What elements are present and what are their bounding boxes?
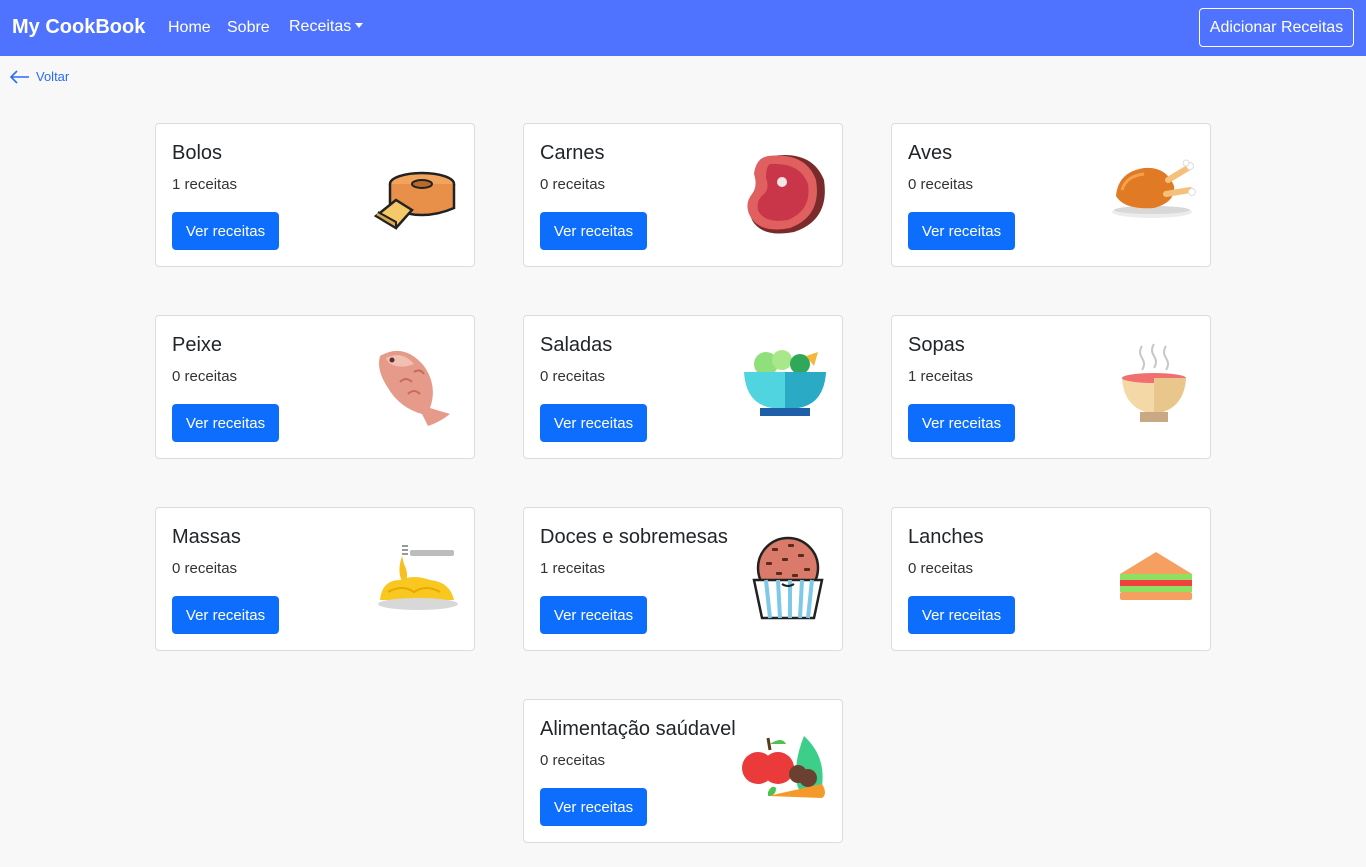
ver-receitas-button[interactable]: Ver receitas [540, 404, 647, 442]
category-card-doces: Doces e sobremesas 1 receitas Ver receit… [523, 507, 843, 651]
ver-receitas-button[interactable]: Ver receitas [172, 596, 279, 634]
card-count: 0 receitas [540, 752, 606, 769]
nav-receitas-dropdown[interactable]: Receitas [289, 18, 364, 36]
category-card-lanches: Lanches 0 receitas Ver receitas [891, 507, 1211, 651]
category-card-sopas: Sopas 1 receitas Ver receitas [891, 315, 1211, 459]
card-count: 0 receitas [908, 560, 974, 577]
category-card-carnes: Carnes 0 receitas Ver receitas [523, 123, 843, 267]
card-title: Sopas [908, 334, 965, 356]
ver-receitas-button[interactable]: Ver receitas [540, 788, 647, 826]
back-link[interactable]: Voltar [10, 69, 69, 84]
card-count: 1 receitas [172, 176, 238, 193]
brand-logo[interactable]: My CookBook [12, 16, 145, 39]
category-card-bolos: Bolos 1 receitas Ver receitas [155, 123, 475, 267]
navbar: My CookBook Home Sobre Receitas Adiciona… [0, 0, 1366, 56]
card-count: 0 receitas [540, 176, 606, 193]
ver-receitas-button[interactable]: Ver receitas [908, 404, 1015, 442]
category-card-peixe: Peixe 0 receitas Ver receitas [155, 315, 475, 459]
pasta-icon [374, 534, 460, 620]
category-card-massas: Massas 0 receitas Ver receitas [155, 507, 475, 651]
steak-icon [742, 150, 828, 236]
ver-receitas-button[interactable]: Ver receitas [172, 212, 279, 250]
nav-receitas-label: Receitas [289, 18, 352, 35]
nav-sobre[interactable]: Sobre [227, 19, 270, 37]
card-count: 1 receitas [908, 368, 974, 385]
healthy-food-icon [742, 726, 828, 812]
ver-receitas-button[interactable]: Ver receitas [908, 596, 1015, 634]
roast-chicken-icon [1110, 150, 1196, 236]
category-card-saladas: Saladas 0 receitas Ver receitas [523, 315, 843, 459]
salad-bowl-icon [742, 342, 828, 428]
card-title: Peixe [172, 334, 223, 356]
nav-home[interactable]: Home [168, 19, 211, 37]
caret-down-icon [355, 23, 364, 28]
category-card-aves: Aves 0 receitas Ver receitas [891, 123, 1211, 267]
soup-bowl-icon [1110, 342, 1196, 428]
card-title: Lanches [908, 526, 984, 548]
ver-receitas-button[interactable]: Ver receitas [540, 596, 647, 634]
card-title: Aves [908, 142, 953, 164]
card-title: Alimentação saúdavel [540, 718, 736, 740]
card-title: Bolos [172, 142, 223, 164]
card-count: 0 receitas [172, 560, 238, 577]
card-title: Carnes [540, 142, 605, 164]
cupcake-icon [742, 534, 828, 620]
card-count: 0 receitas [540, 368, 606, 385]
fish-icon [374, 342, 460, 428]
card-title: Doces e sobremesas [540, 526, 728, 548]
card-count: 0 receitas [172, 368, 238, 385]
add-recipe-button[interactable]: Adicionar Receitas [1199, 8, 1354, 47]
ver-receitas-button[interactable]: Ver receitas [908, 212, 1015, 250]
back-link-label: Voltar [36, 69, 70, 84]
sandwich-icon [1110, 534, 1196, 620]
card-count: 0 receitas [908, 176, 974, 193]
card-count: 1 receitas [540, 560, 606, 577]
arrow-left-icon [10, 69, 29, 84]
ver-receitas-button[interactable]: Ver receitas [172, 404, 279, 442]
card-title: Saladas [540, 334, 613, 356]
category-card-alimentacao-saudavel: Alimentação saúdavel 0 receitas Ver rece… [523, 699, 843, 843]
card-title: Massas [172, 526, 241, 548]
ver-receitas-button[interactable]: Ver receitas [540, 212, 647, 250]
cake-icon [373, 150, 460, 236]
